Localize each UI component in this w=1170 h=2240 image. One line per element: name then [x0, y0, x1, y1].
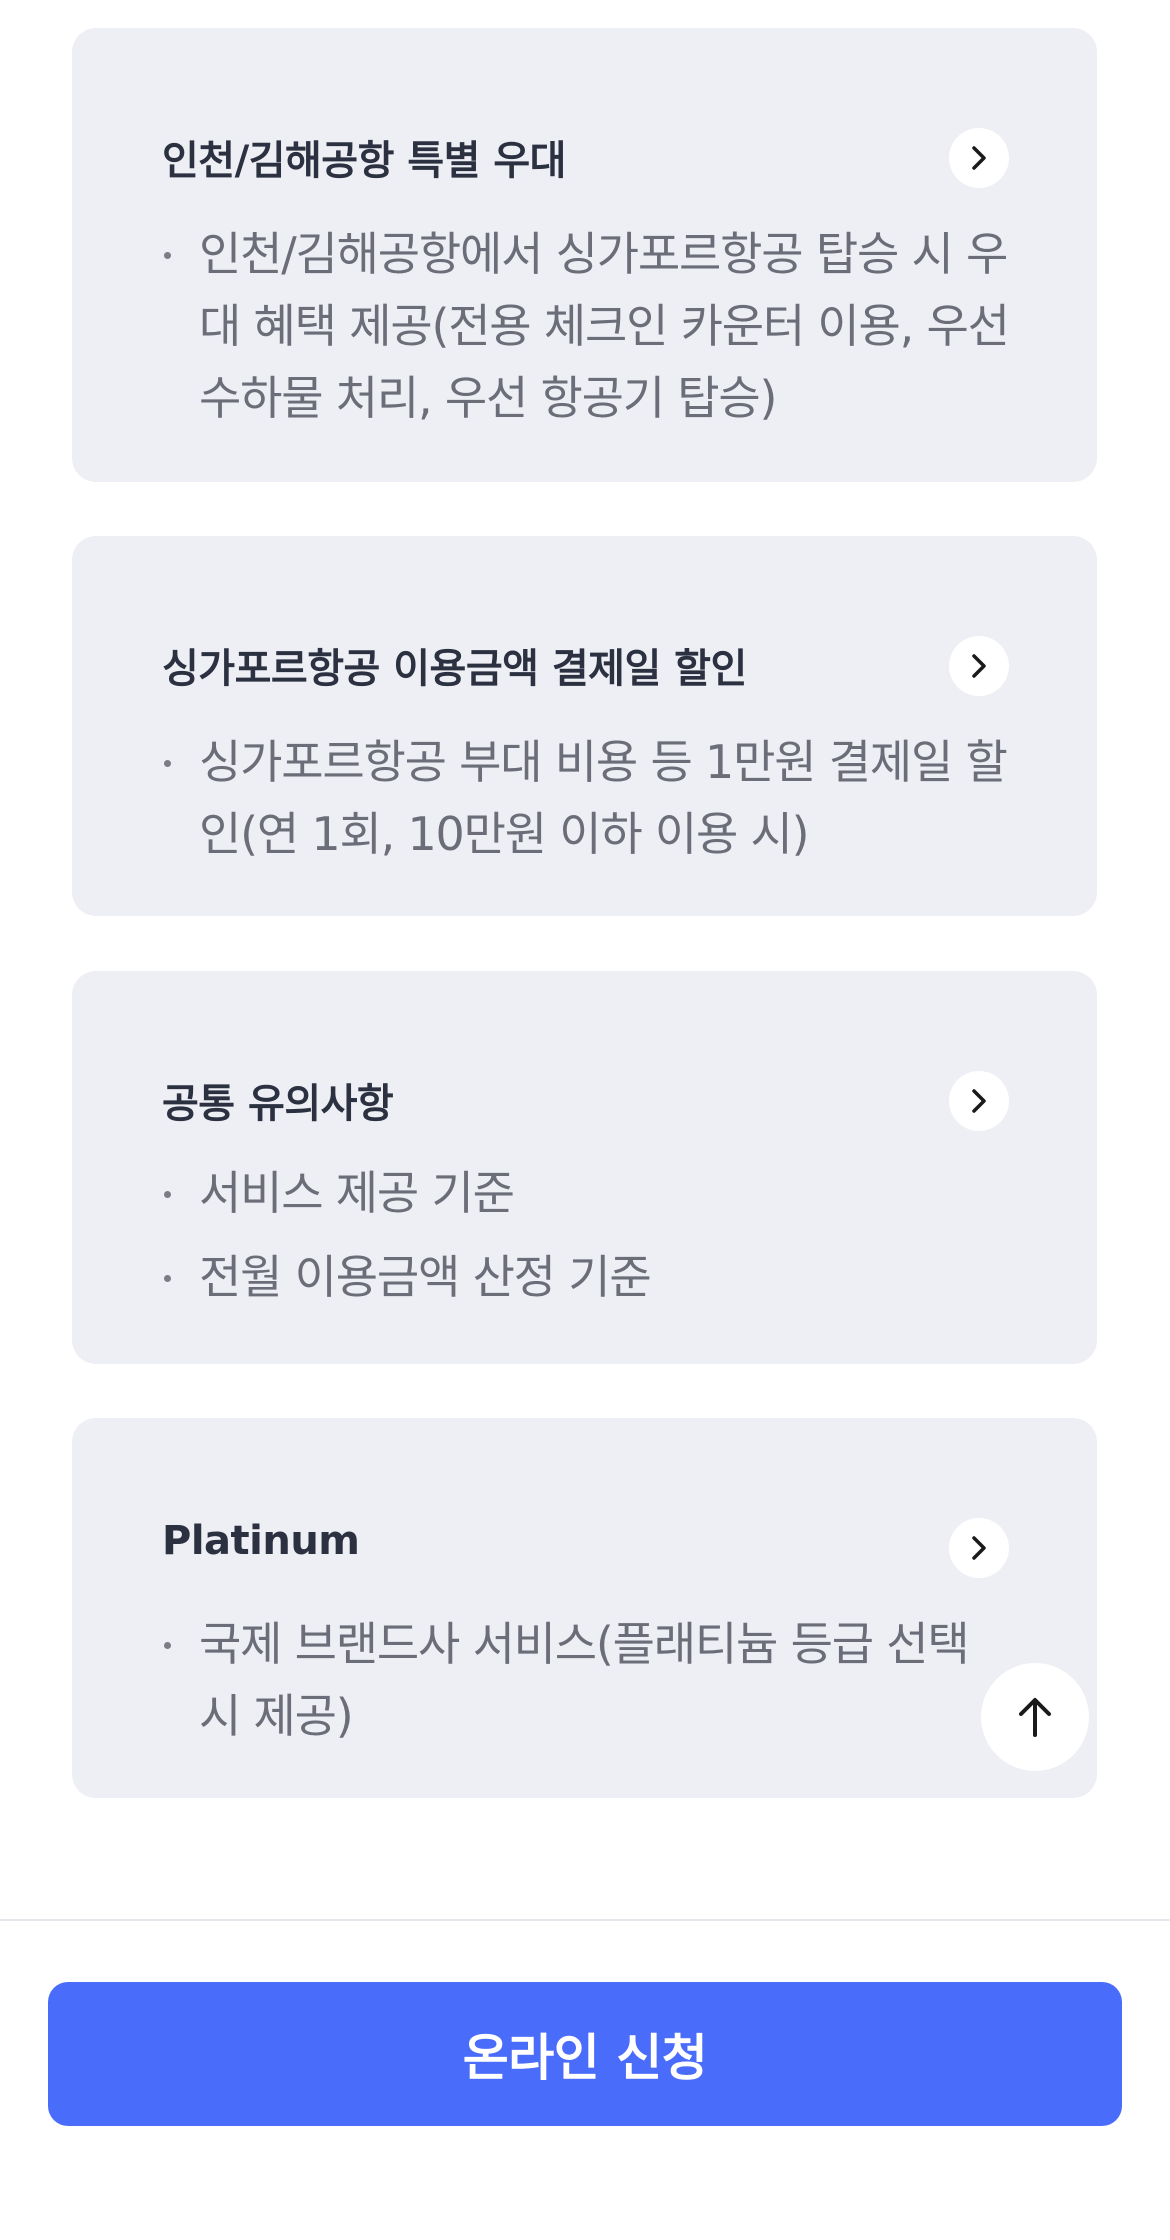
- bullet-item: 싱가포르항공 부대 비용 등 1만원 결제일 할인(연 1회, 10만원 이하 …: [162, 726, 1012, 870]
- card-title: Platinum: [162, 1518, 360, 1564]
- online-apply-button[interactable]: 온라인 신청: [48, 1982, 1122, 2126]
- card-title: 인천/김해공항 특별 우대: [162, 138, 566, 184]
- bullet-item: 전월 이용금액 산정 기준: [162, 1241, 1012, 1313]
- bullet-list: 싱가포르항공 부대 비용 등 1만원 결제일 할인(연 1회, 10만원 이하 …: [162, 726, 1012, 870]
- divider: [0, 1919, 1170, 1921]
- bullet-list: 국제 브랜드사 서비스(플래티늄 등급 선택 시 제공): [162, 1608, 1012, 1752]
- card-title: 공통 유의사항: [162, 1081, 394, 1127]
- card-title: 싱가포르항공 이용금액 결제일 할인: [162, 646, 747, 692]
- card-detail-button[interactable]: [949, 1518, 1009, 1578]
- chevron-right-icon: [972, 654, 986, 678]
- bullet-list: 서비스 제공 기준 전월 이용금액 산정 기준: [162, 1157, 1012, 1325]
- benefit-card-discount[interactable]: 싱가포르항공 이용금액 결제일 할인 싱가포르항공 부대 비용 등 1만원 결제…: [72, 536, 1097, 916]
- bullet-list: 인천/김해공항에서 싱가포르항공 탑승 시 우대 혜택 제공(전용 체크인 카운…: [162, 218, 1012, 434]
- page: 인천/김해공항 특별 우대 인천/김해공항에서 싱가포르항공 탑승 시 우대 혜…: [0, 0, 1170, 2240]
- chevron-right-icon: [972, 1536, 986, 1560]
- bullet-item: 인천/김해공항에서 싱가포르항공 탑승 시 우대 혜택 제공(전용 체크인 카운…: [162, 218, 1012, 434]
- card-detail-button[interactable]: [949, 636, 1009, 696]
- card-detail-button[interactable]: [949, 128, 1009, 188]
- scroll-top-button[interactable]: [981, 1663, 1089, 1771]
- benefit-card-airport[interactable]: 인천/김해공항 특별 우대 인천/김해공항에서 싱가포르항공 탑승 시 우대 혜…: [72, 28, 1097, 482]
- chevron-right-icon: [972, 146, 986, 170]
- arrow-up-icon: [1019, 1698, 1051, 1737]
- platinum-card[interactable]: Platinum 국제 브랜드사 서비스(플래티늄 등급 선택 시 제공): [72, 1418, 1097, 1798]
- notice-card[interactable]: 공통 유의사항 서비스 제공 기준 전월 이용금액 산정 기준: [72, 971, 1097, 1364]
- chevron-right-icon: [972, 1089, 986, 1113]
- bullet-item: 서비스 제공 기준: [162, 1157, 1012, 1229]
- card-detail-button[interactable]: [949, 1071, 1009, 1131]
- bullet-item: 국제 브랜드사 서비스(플래티늄 등급 선택 시 제공): [162, 1608, 1012, 1752]
